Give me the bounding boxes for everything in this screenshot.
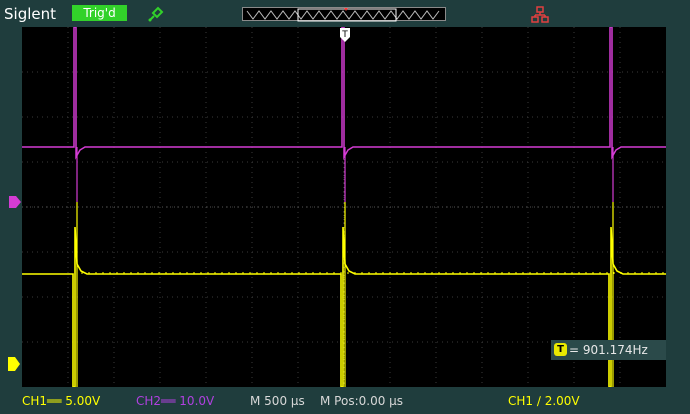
frequency-measurement: T = 901.174Hz: [551, 340, 666, 360]
ch1-level-marker[interactable]: [8, 356, 20, 371]
trigger-position-marker: T: [340, 28, 350, 42]
ch1-scale[interactable]: CH1══ 5.00V: [22, 388, 100, 414]
waveform-display[interactable]: T: [22, 27, 666, 387]
trigger-status-badge: Trig'd: [72, 5, 127, 21]
probe-icon: [146, 4, 166, 24]
ch2-level-marker[interactable]: [9, 193, 21, 208]
status-bar: Siglent Trig'd: [0, 0, 690, 28]
ch2-scale[interactable]: CH2══ 10.0V: [136, 388, 214, 414]
horizontal-position[interactable]: M Pos:0.00 µs: [320, 388, 403, 414]
frequency-value: = 901.174Hz: [569, 343, 648, 357]
timebase[interactable]: M 500 µs: [250, 388, 305, 414]
brand-label: Siglent: [4, 5, 56, 23]
memory-position-bar[interactable]: [242, 7, 446, 22]
trigger-source-icon: T: [554, 343, 567, 356]
ch2-trace: [22, 27, 666, 160]
trigger-setting[interactable]: CH1 ∕ 2.00V: [508, 388, 580, 414]
settings-bar: CH1══ 5.00V CH2══ 10.0V M 500 µs M Pos:0…: [0, 388, 690, 414]
trigger-marker-label: T: [341, 30, 348, 40]
network-icon: [531, 6, 549, 24]
